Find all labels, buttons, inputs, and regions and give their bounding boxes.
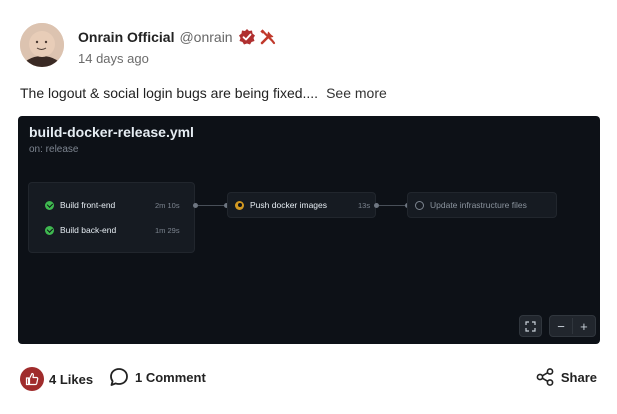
author-name[interactable]: Onrain Official (78, 29, 174, 45)
connector-line (198, 205, 225, 206)
tools-icon (259, 28, 277, 46)
job-build-back-end[interactable]: Build back-end (45, 222, 116, 238)
comment-button[interactable]: 1 Comment (109, 367, 206, 387)
comments-count: 1 Comment (135, 369, 206, 385)
likes-count: 4 Likes (49, 371, 94, 387)
workflow-graph-image[interactable]: build-docker-release.yml on: release Bui… (18, 116, 600, 344)
verified-badge-icon (238, 28, 256, 46)
see-more-link[interactable]: See more (326, 85, 387, 101)
job-name: Build back-end (60, 225, 117, 235)
avatar-face-icon (20, 23, 64, 67)
job-name: Push docker images (250, 200, 328, 210)
avatar[interactable] (20, 23, 64, 67)
like-button[interactable]: 4 Likes (20, 367, 93, 391)
build-job-group[interactable] (28, 182, 195, 253)
zoom-controls: − + (549, 315, 596, 337)
share-button[interactable]: Share (535, 367, 597, 387)
connector-line (379, 205, 406, 206)
post-card: Onrain Official @onrain 14 days ago The … (0, 0, 617, 414)
success-status-icon (45, 225, 54, 235)
pending-status-icon (415, 200, 424, 210)
workflow-title: build-docker-release.yml (29, 124, 194, 140)
job-build-front-end[interactable]: Build front-end (45, 197, 115, 213)
job-name: Update infrastructure files (430, 200, 527, 210)
thumbs-up-icon (20, 367, 44, 391)
post-timestamp[interactable]: 14 days ago (78, 51, 149, 66)
fullscreen-icon (525, 320, 536, 332)
job-push-docker-images[interactable]: Push docker images (235, 197, 327, 213)
job-update-infrastructure-files[interactable]: Update infrastructure files (415, 197, 527, 213)
post-body: The logout & social login bugs are being… (20, 85, 319, 101)
author-row: Onrain Official @onrain (78, 28, 277, 46)
author-handle[interactable]: @onrain (179, 29, 232, 45)
share-label: Share (560, 369, 597, 385)
zoom-in-button[interactable]: + (573, 319, 595, 334)
job-name: Build front-end (60, 200, 116, 210)
job-duration: 2m 10s (155, 201, 180, 210)
workflow-trigger: on: release (29, 144, 79, 155)
running-status-icon (235, 200, 244, 210)
comment-bubble-icon (109, 367, 129, 387)
zoom-out-button[interactable]: − (550, 319, 572, 334)
job-duration: 1m 29s (155, 226, 180, 235)
post-actions: 4 Likes 1 Comment Share (0, 364, 617, 394)
post-text: The logout & social login bugs are being… (20, 85, 387, 101)
success-status-icon (45, 200, 54, 210)
job-duration: 13s (358, 201, 371, 210)
fullscreen-button[interactable] (519, 315, 542, 337)
share-icon (535, 367, 555, 387)
